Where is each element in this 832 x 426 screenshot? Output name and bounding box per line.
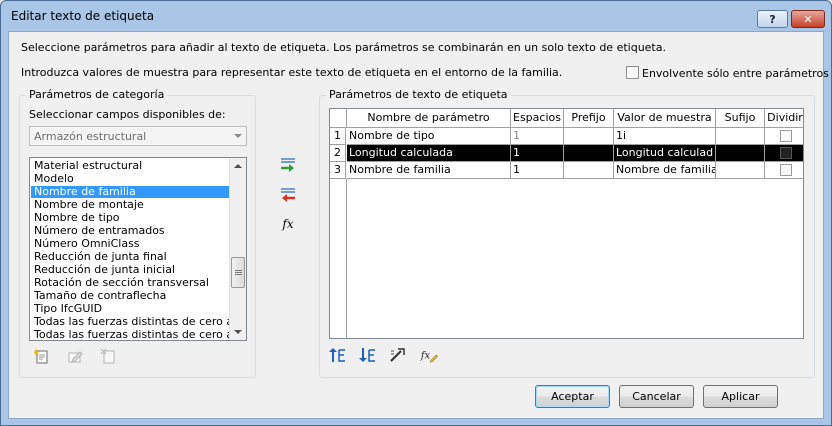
cell-prefix[interactable] [564,162,614,179]
split-checkbox[interactable] [780,130,792,142]
cell-spaces[interactable]: 1 [511,145,564,162]
list-item[interactable]: Tamaño de contraflecha [31,290,229,302]
move-up-icon[interactable] [329,346,347,364]
category-group-title: Parámetros de categoría [26,88,168,101]
fx-edit-icon[interactable]: fx [420,346,438,364]
list-scrollbar[interactable] [229,158,246,340]
list-item[interactable]: Número OmniClass [31,238,229,250]
cell-suffix[interactable] [716,145,765,162]
cell-prefix[interactable] [564,145,614,162]
cell-split [765,145,803,162]
list-item[interactable]: Todas las fuerzas distintas de cero al f… [31,316,229,328]
select-fields-label: Seleccionar campos disponibles de: [29,108,226,121]
format-units-icon[interactable] [389,346,407,364]
col-header-split[interactable]: Dividir [765,109,803,128]
list-item[interactable]: Todas las fuerzas distintas de cero al i… [31,329,229,340]
list-item[interactable]: Rotación de sección transversal [31,277,229,289]
grid-line [346,179,347,338]
category-combo: Armazón estructural [29,126,247,146]
list-item[interactable]: Material estructural [31,160,229,172]
row-number[interactable]: 3 [330,162,346,179]
apply-button[interactable]: Aplicar [703,385,778,408]
instruction-line-2: Introduzca valores de muestra para repre… [21,66,563,79]
col-header-spaces[interactable]: Espacios [511,109,564,128]
list-item[interactable]: Reducción de junta final [31,251,229,263]
available-fields-list[interactable]: Material estructural Modelo Nombre de fa… [29,157,247,341]
cell-spaces[interactable]: 1 [511,128,564,145]
cell-param-name[interactable]: Nombre de tipo [347,128,511,145]
label-parameters-table: Nombre de parámetro Espacios Prefijo Val… [329,108,804,339]
cell-split [765,128,803,145]
category-combo-value: Armazón estructural [34,130,147,143]
dialog-window: Editar texto de etiqueta ? ✕ Seleccione … [0,0,832,426]
window-title: Editar texto de etiqueta [11,9,155,23]
envelope-checkbox[interactable] [626,66,639,79]
title-bar[interactable]: Editar texto de etiqueta ? ✕ [1,1,831,31]
chevron-down-icon [234,134,242,138]
list-item-selected[interactable]: Nombre de familia [31,186,229,198]
list-item[interactable]: Número de entramados [31,225,229,237]
edit-parameter-icon[interactable] [66,347,84,365]
list-item[interactable]: Modelo [31,173,229,185]
label-group-title: Parámetros de texto de etiqueta [326,88,511,101]
cell-prefix[interactable] [564,128,614,145]
col-header-sample[interactable]: Valor de muestra [614,109,716,128]
cell-suffix[interactable] [716,162,765,179]
col-header-prefix[interactable]: Prefijo [564,109,614,128]
row-number[interactable]: 2 [330,145,346,162]
split-checkbox[interactable] [780,147,792,159]
list-item[interactable]: Nombre de montaje [31,199,229,211]
help-button[interactable]: ? [757,10,788,28]
col-header-name[interactable]: Nombre de parámetro [347,109,511,128]
table-corner [330,109,347,128]
cell-sample-value[interactable]: 1i [614,128,716,145]
close-button[interactable]: ✕ [791,10,825,28]
svg-text:fx: fx [420,351,431,362]
dialog-client: Seleccione parámetros para añadir al tex… [8,31,829,419]
cell-param-name[interactable]: Nombre de familia [347,162,511,179]
instruction-line-1: Seleccione parámetros para añadir al tex… [21,41,666,54]
row-number[interactable]: 1 [330,128,346,145]
cell-split [765,162,803,179]
cell-spaces[interactable]: 1 [511,162,564,179]
cell-sample-value[interactable]: Longitud calculad [614,145,716,162]
col-header-suffix[interactable]: Sufijo [716,109,765,128]
scroll-thumb[interactable] [231,257,245,288]
delete-parameter-icon[interactable] [99,347,117,365]
add-parameter-icon[interactable] [279,156,297,174]
list-item[interactable]: Reducción de junta inicial [31,264,229,276]
accept-button[interactable]: Aceptar [535,385,610,408]
split-checkbox[interactable] [780,164,792,176]
fx-icon[interactable]: fx [279,215,297,233]
cell-param-name[interactable]: Longitud calculada [347,145,511,162]
envelope-label[interactable]: Envolvente sólo entre parámetros [642,67,829,80]
new-parameter-icon[interactable] [33,347,51,365]
scroll-up-icon[interactable] [234,164,242,168]
list-item[interactable]: Nombre de tipo [31,212,229,224]
cell-sample-value[interactable]: Nombre de familia [614,162,716,179]
list-item[interactable]: Tipo IfcGUID [31,303,229,315]
cell-suffix[interactable] [716,128,765,145]
remove-parameter-icon[interactable] [279,186,297,204]
move-down-icon[interactable] [359,346,377,364]
scroll-down-icon[interactable] [234,330,242,334]
cancel-button[interactable]: Cancelar [619,385,694,408]
